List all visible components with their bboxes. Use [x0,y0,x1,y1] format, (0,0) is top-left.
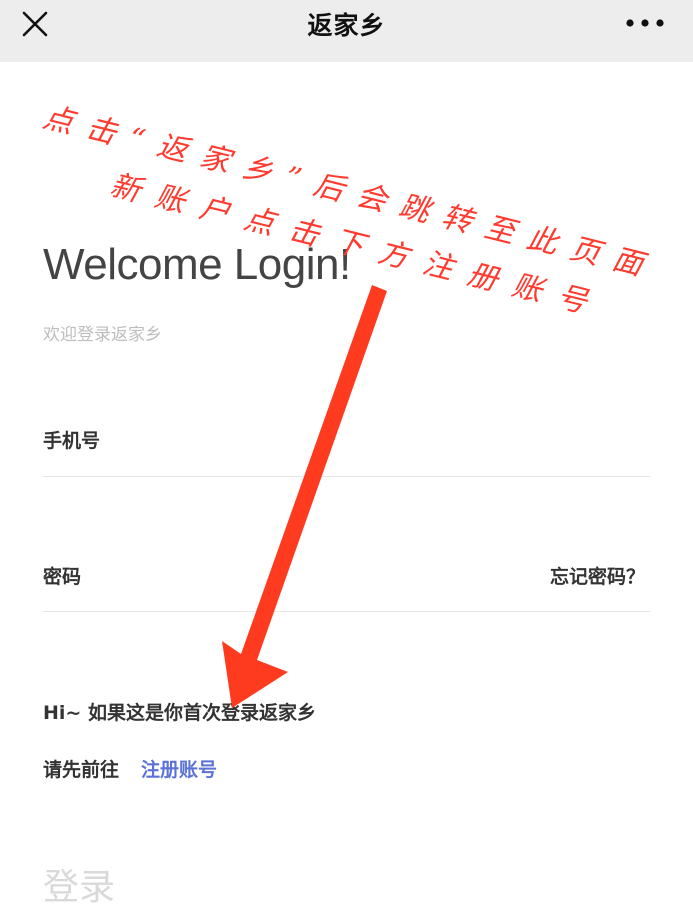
more-icon[interactable] [625,10,665,36]
nav-bar: 返家乡 [0,0,693,62]
phone-divider [43,476,650,477]
register-hint: 请先前往 [43,759,120,781]
forgot-password-link[interactable]: 忘记密码？ [550,562,645,589]
phone-input[interactable] [120,415,644,471]
password-label: 密码 [43,566,82,588]
page-title: 返家乡 [307,11,386,40]
password-divider [43,611,650,612]
register-link[interactable]: 注册账号 [141,755,217,782]
welcome-subtitle: 欢迎登录返家乡 [43,325,162,345]
password-input[interactable] [120,551,524,607]
phone-label: 手机号 [43,430,101,452]
welcome-heading: Welcome Login! [43,240,351,289]
first-login-hint: Hi~ 如果这是你首次登录返家乡 [43,702,316,724]
login-button[interactable]: 登录 [43,858,115,910]
